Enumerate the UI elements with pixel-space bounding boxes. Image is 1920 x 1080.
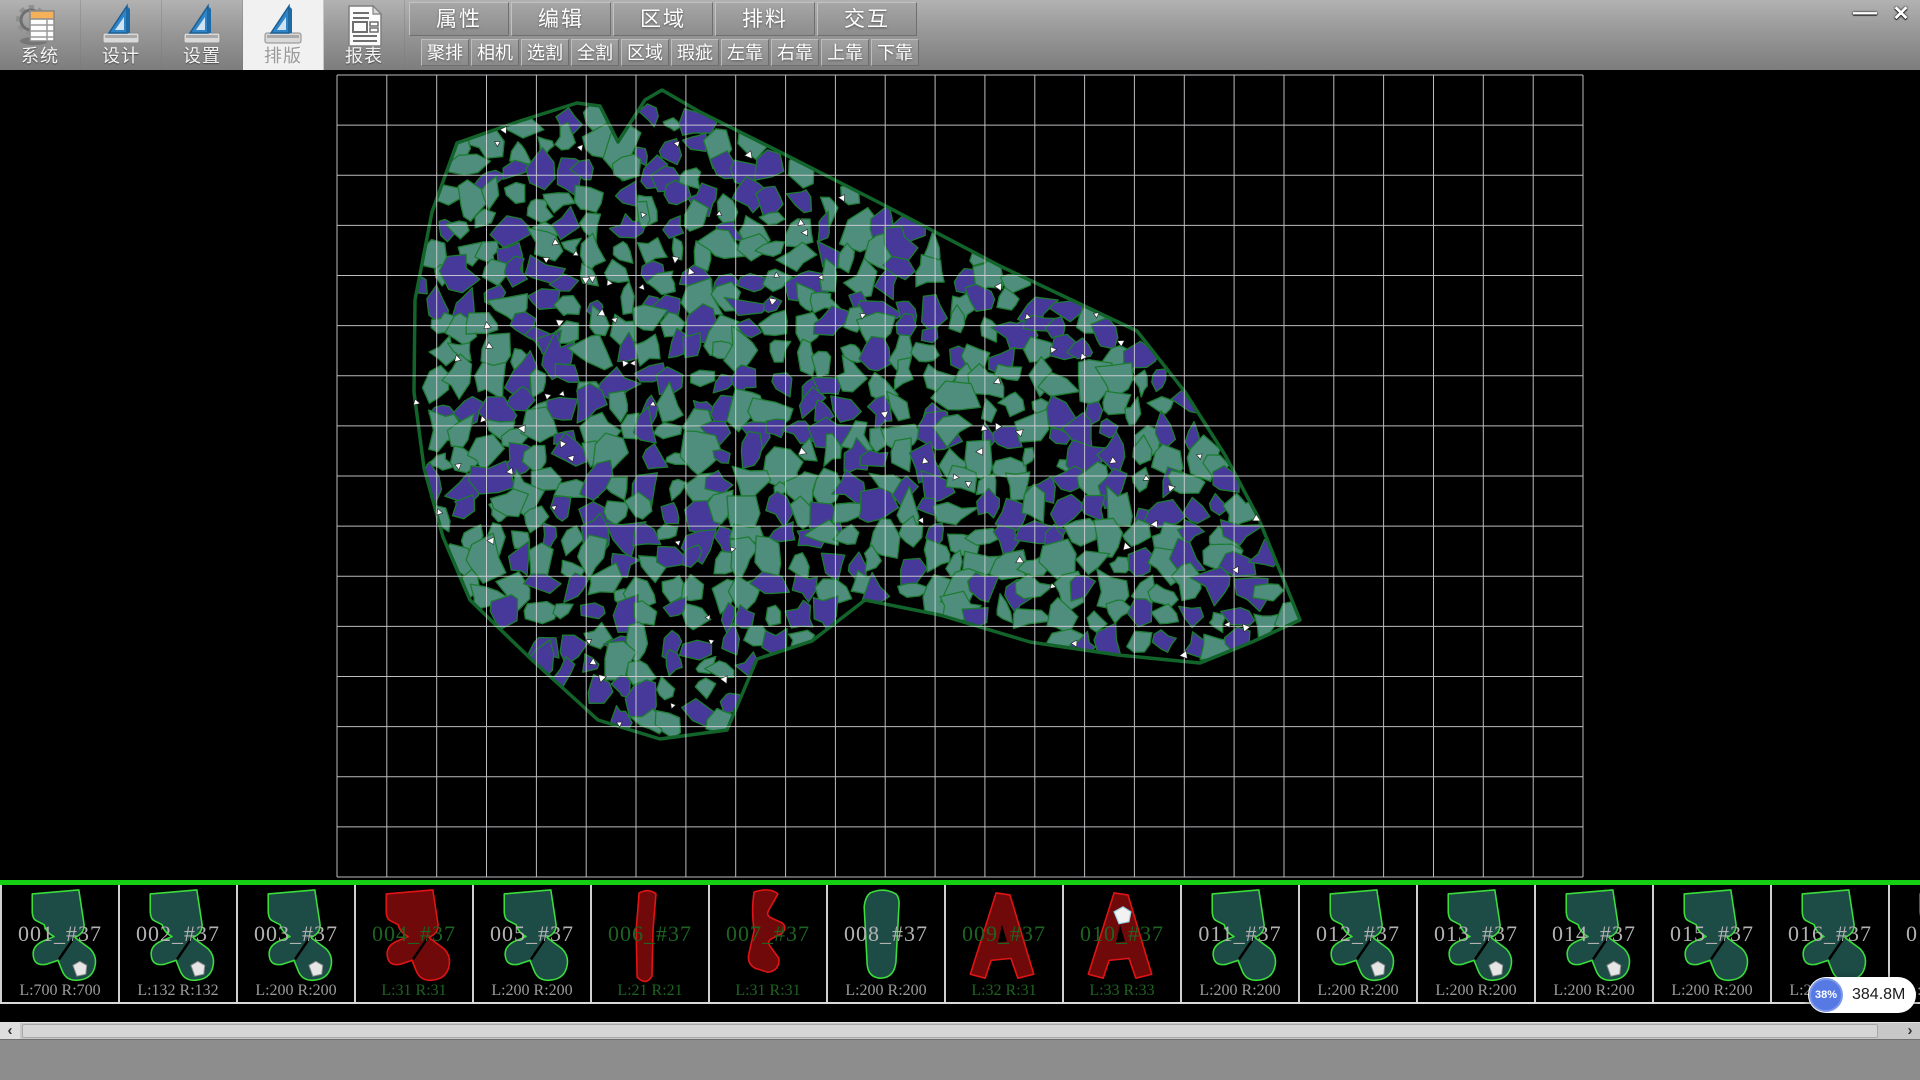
- app-button-design-triangle[interactable]: 设计: [81, 0, 162, 70]
- piece-id-label: 001_#37: [2, 921, 118, 947]
- film-strip-item[interactable]: 007_#37 L:31 R:31: [710, 885, 828, 1002]
- film-strip-item[interactable]: 001_#37 L:700 R:700: [0, 885, 120, 1002]
- nesting-canvas[interactable]: [0, 70, 1920, 881]
- toolbar: 系统 设计 设置 排版 报表 属性编辑区域排料交互 聚排相机选割全割区域瑕疵左靠…: [0, 0, 1920, 70]
- film-strip-item[interactable]: 005_#37 L:200 R:200: [474, 885, 592, 1002]
- action-button[interactable]: 左靠: [721, 39, 769, 66]
- film-strip-item[interactable]: 011_#37 L:200 R:200: [1182, 885, 1300, 1002]
- piece-id-label: 014_#37: [1536, 921, 1652, 947]
- action-button[interactable]: 右靠: [771, 39, 819, 66]
- piece-id-label: 007_#37: [710, 921, 826, 947]
- app-button-label: 设计: [81, 42, 161, 68]
- action-button[interactable]: 全割: [571, 39, 619, 66]
- piece-lr-count-label: L:200 R:200: [1182, 982, 1298, 1000]
- close-button[interactable]: ✕: [1886, 2, 1916, 24]
- memory-label: 384.8M: [1852, 986, 1905, 1004]
- horizontal-scrollbar[interactable]: ‹ ›: [0, 1022, 1920, 1039]
- app-button-label: 排版: [243, 42, 323, 68]
- piece-id-label: 009_#37: [946, 921, 1062, 947]
- window-controls: — ✕: [1850, 2, 1916, 24]
- progress-pill: 38% 384.8M: [1808, 977, 1916, 1013]
- piece-id-label: 003_#37: [238, 921, 354, 947]
- app-button-label: 设置: [162, 42, 242, 68]
- action-button[interactable]: 瑕疵: [671, 39, 719, 66]
- action-button[interactable]: 上靠: [821, 39, 869, 66]
- action-button[interactable]: 相机: [471, 39, 519, 66]
- app-button-layout-triangle[interactable]: 排版: [243, 0, 324, 70]
- piece-film-strip: 001_#37 L:700 R:700 002_#37 L:132 R:132 00…: [0, 880, 1920, 1004]
- piece-id-label: 011_#37: [1182, 921, 1298, 947]
- film-strip-item[interactable]: 004_#37 L:31 R:31: [356, 885, 474, 1002]
- menu-tab[interactable]: 区域: [613, 2, 713, 36]
- piece-lr-count-label: L:31 R:31: [710, 982, 826, 1000]
- piece-id-label: 012_#37: [1300, 921, 1416, 947]
- piece-lr-count-label: L:21 R:21: [592, 982, 708, 1000]
- piece-lr-count-label: L:32 R:31: [946, 982, 1062, 1000]
- action-button[interactable]: 区域: [621, 39, 669, 66]
- film-strip-item[interactable]: 008_#37 L:200 R:200: [828, 885, 946, 1002]
- piece-id-label: 013_#37: [1418, 921, 1534, 947]
- action-button[interactable]: 下靠: [871, 39, 919, 66]
- action-button[interactable]: 选割: [521, 39, 569, 66]
- minimize-button[interactable]: —: [1850, 2, 1880, 24]
- piece-lr-count-label: L:200 R:200: [474, 982, 590, 1000]
- piece-lr-count-label: L:700 R:700: [2, 982, 118, 1000]
- film-strip-item[interactable]: 003_#37 L:200 R:200: [238, 885, 356, 1002]
- piece-id-label: 005_#37: [474, 921, 590, 947]
- menu-tab[interactable]: 属性: [409, 2, 509, 36]
- piece-lr-count-label: L:33 R:33: [1064, 982, 1180, 1000]
- film-strip-item[interactable]: 010_#37 L:33 R:33: [1064, 885, 1182, 1002]
- piece-id-label: 017_#37: [1890, 921, 1920, 947]
- app-button-label: 报表: [324, 42, 404, 68]
- piece-id-label: 004_#37: [356, 921, 472, 947]
- menu-tab[interactable]: 编辑: [511, 2, 611, 36]
- piece-lr-count-label: L:132 R:132: [120, 982, 236, 1000]
- menu-tab[interactable]: 排料: [715, 2, 815, 36]
- piece-lr-count-label: L:200 R:200: [238, 982, 354, 1000]
- app-button-settings-triangle[interactable]: 设置: [162, 0, 243, 70]
- piece-id-label: 008_#37: [828, 921, 944, 947]
- app-button-system-gear[interactable]: 系统: [0, 0, 81, 70]
- scrollbar-thumb[interactable]: [22, 1024, 1878, 1038]
- piece-lr-count-label: L:200 R:200: [1536, 982, 1652, 1000]
- piece-lr-count-label: L:31 R:31: [356, 982, 472, 1000]
- piece-id-label: 015_#37: [1654, 921, 1770, 947]
- film-strip-item[interactable]: 013_#37 L:200 R:200: [1418, 885, 1536, 1002]
- film-strip-item[interactable]: 012_#37 L:200 R:200: [1300, 885, 1418, 1002]
- film-strip-item[interactable]: 002_#37 L:132 R:132: [120, 885, 238, 1002]
- application-window: 系统 设计 设置 排版 报表 属性编辑区域排料交互 聚排相机选割全割区域瑕疵左靠…: [0, 0, 1920, 1080]
- piece-lr-count-label: L:200 R:200: [1300, 982, 1416, 1000]
- piece-id-label: 006_#37: [592, 921, 708, 947]
- action-button[interactable]: 聚排: [421, 39, 469, 66]
- film-strip-item[interactable]: 014_#37 L:200 R:200: [1536, 885, 1654, 1002]
- scroll-right-button[interactable]: ›: [1900, 1023, 1920, 1039]
- action-button-bar: 聚排相机选割全割区域瑕疵左靠右靠上靠下靠: [421, 39, 919, 67]
- piece-lr-count-label: L:200 R:200: [828, 982, 944, 1000]
- film-strip-item[interactable]: 009_#37 L:32 R:31: [946, 885, 1064, 1002]
- app-mode-bar: 系统 设计 设置 排版 报表: [0, 0, 405, 70]
- piece-id-label: 010_#37: [1064, 921, 1180, 947]
- piece-id-label: 002_#37: [120, 921, 236, 947]
- nesting-canvas-drawing[interactable]: [0, 70, 1920, 881]
- piece-lr-count-label: L:200 R:200: [1418, 982, 1534, 1000]
- film-strip-item[interactable]: 015_#37 L:200 R:200: [1654, 885, 1772, 1002]
- progress-circle: 38%: [1809, 978, 1843, 1012]
- menu-tab[interactable]: 交互: [817, 2, 917, 36]
- piece-lr-count-label: L:200 R:200: [1654, 982, 1770, 1000]
- film-strip-item[interactable]: 006_#37 L:21 R:21: [592, 885, 710, 1002]
- app-button-label: 系统: [0, 42, 80, 68]
- status-bar: [0, 1039, 1920, 1080]
- scroll-left-button[interactable]: ‹: [0, 1023, 20, 1039]
- piece-id-label: 016_#37: [1772, 921, 1888, 947]
- menu-tab-bar: 属性编辑区域排料交互: [409, 2, 917, 38]
- app-button-report[interactable]: 报表: [324, 0, 405, 70]
